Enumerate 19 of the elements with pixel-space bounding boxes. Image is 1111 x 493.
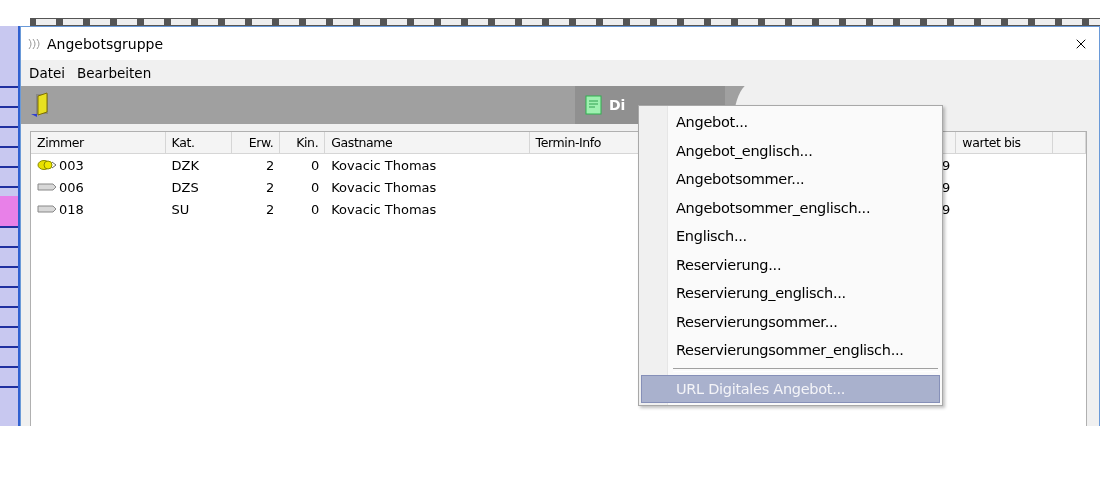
table-cell: 2 <box>266 157 275 173</box>
table-cell: 003 <box>59 157 84 173</box>
table-cell: Kovacic Thomas <box>331 157 437 173</box>
table-cell: DZS <box>171 179 199 195</box>
table-cell: Kovacic Thomas <box>331 201 437 217</box>
table-cell: 9 <box>942 157 951 173</box>
table-cell: SU <box>171 201 190 217</box>
table-cell: 0 <box>310 157 320 173</box>
table-cell: DZK <box>171 157 200 173</box>
table-cell: 006 <box>59 179 84 195</box>
table-cell: 2 <box>266 179 275 195</box>
window-title: Angebotsgruppe <box>47 35 165 52</box>
table-cell: 018 <box>59 201 84 217</box>
table-cell: 0 <box>310 179 320 195</box>
table-cell: 2 <box>266 201 275 217</box>
table-cell: 0 <box>310 201 320 217</box>
table-cell: 9 <box>942 179 951 195</box>
table-cell: Kovacic Thomas <box>331 179 437 195</box>
table-cell: 9 <box>942 201 951 217</box>
